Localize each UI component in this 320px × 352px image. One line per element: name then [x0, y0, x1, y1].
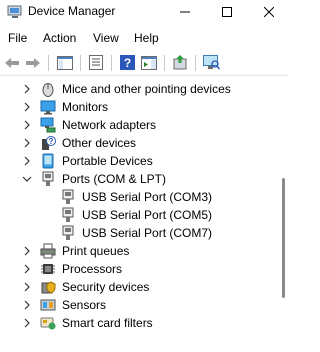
back-arrow-icon	[5, 57, 19, 68]
tree-item-label: Other devices	[62, 136, 137, 150]
port-icon	[62, 189, 74, 204]
tree-item-label: Smart card filters	[62, 316, 153, 330]
scan-hardware-button[interactable]	[202, 54, 220, 71]
scrollbar-thumb[interactable]	[282, 178, 285, 298]
svg-text:?: ?	[123, 56, 130, 70]
console-tree-icon	[57, 55, 73, 70]
mouse-icon	[42, 83, 54, 97]
tree-item-smart-card-filters[interactable]: Smart card filters	[0, 314, 276, 332]
tree-item-label: Security devices	[62, 280, 150, 294]
show-hide-console-tree-button[interactable]	[56, 54, 74, 71]
tree-item-label: Mice and other pointing devices	[62, 82, 231, 96]
tree-item-processors[interactable]: Processors	[0, 260, 276, 278]
tree-item-ports[interactable]: Ports (COM & LPT)	[0, 170, 276, 188]
port-icon	[62, 225, 74, 240]
chevron-right-icon[interactable]	[22, 138, 32, 148]
toolbar-separator	[195, 55, 196, 71]
tree-item-label: USB Serial Port (COM3)	[82, 190, 213, 204]
port-icon	[62, 207, 74, 222]
tree-item-label: USB Serial Port (COM7)	[82, 226, 213, 240]
toolbar-separator	[48, 55, 49, 71]
svg-text:?: ?	[49, 137, 54, 146]
tree-item-print-queues[interactable]: Print queues	[0, 242, 276, 260]
chevron-right-icon[interactable]	[22, 120, 32, 130]
chevron-right-icon[interactable]	[22, 156, 32, 166]
tree-item-label: Ports (COM & LPT)	[62, 172, 167, 186]
vertical-scrollbar[interactable]	[278, 78, 289, 352]
smart-card-icon	[40, 317, 56, 330]
monitor-icon	[40, 100, 56, 115]
tree-item-label: Network adapters	[62, 118, 157, 132]
show-action-pane-button[interactable]	[140, 54, 158, 71]
sensor-icon	[40, 299, 56, 311]
tree-item-network-adapters[interactable]: Network adapters	[0, 116, 276, 134]
window-title: Device Manager	[28, 4, 116, 18]
menu-action[interactable]: Action	[43, 31, 76, 45]
printer-icon	[40, 243, 56, 259]
portable-device-icon	[42, 153, 54, 169]
properties-icon	[89, 55, 103, 70]
chevron-right-icon[interactable]	[22, 282, 32, 292]
port-icon	[42, 171, 54, 186]
chevron-right-icon[interactable]	[22, 246, 32, 256]
tree-item-label: Monitors	[62, 100, 109, 114]
close-button[interactable]	[247, 0, 291, 24]
tree-item-usb-serial-com7[interactable]: USB Serial Port (COM7)	[0, 224, 276, 242]
tree-item-other-devices[interactable]: ? Other devices	[0, 134, 276, 152]
tree-item-label: Portable Devices	[62, 154, 153, 168]
tree-item-label: Processors	[62, 262, 123, 276]
close-icon	[264, 7, 274, 17]
chevron-right-icon[interactable]	[22, 264, 32, 274]
help-icon: ?	[119, 55, 135, 70]
minimize-button[interactable]	[163, 0, 207, 24]
tree-item-sensors[interactable]: Sensors	[0, 296, 276, 314]
minimize-icon	[180, 11, 190, 13]
maximize-button[interactable]	[205, 0, 249, 24]
menu-bar: File Action View Help	[0, 28, 289, 48]
menu-view[interactable]: View	[93, 31, 119, 45]
chevron-right-icon[interactable]	[22, 300, 32, 310]
back-button[interactable]	[3, 54, 21, 71]
help-button[interactable]: ?	[118, 54, 136, 71]
forward-button[interactable]	[24, 54, 42, 71]
forward-arrow-icon	[26, 57, 40, 68]
tree-item-mice[interactable]: Mice and other pointing devices	[0, 80, 276, 98]
tree-item-usb-serial-com3[interactable]: USB Serial Port (COM3)	[0, 188, 276, 206]
toolbar: ?	[0, 50, 289, 76]
properties-button[interactable]	[87, 54, 105, 71]
tree-item-label: USB Serial Port (COM5)	[82, 208, 213, 222]
tree-item-security-devices[interactable]: Security devices	[0, 278, 276, 296]
toolbar-separator	[111, 55, 112, 71]
update-driver-button[interactable]	[171, 54, 189, 71]
tree-item-portable-devices[interactable]: Portable Devices	[0, 152, 276, 170]
maximize-icon	[222, 7, 232, 17]
tree-item-usb-serial-com5[interactable]: USB Serial Port (COM5)	[0, 206, 276, 224]
toolbar-separator	[80, 55, 81, 71]
chevron-right-icon[interactable]	[22, 318, 32, 328]
security-device-icon	[41, 281, 56, 294]
processor-icon	[41, 264, 55, 274]
scan-hardware-icon	[202, 55, 220, 70]
title-bar: Device Manager	[0, 0, 289, 24]
menu-file[interactable]: File	[8, 31, 27, 45]
toolbar-separator	[164, 55, 165, 71]
network-adapter-icon	[40, 117, 56, 133]
menu-help[interactable]: Help	[134, 31, 159, 45]
tree-item-label: Print queues	[62, 244, 130, 258]
action-pane-icon	[141, 55, 157, 70]
device-tree: Mice and other pointing devices Monitors…	[0, 78, 276, 352]
chevron-down-icon[interactable]	[22, 174, 32, 184]
other-devices-icon: ?	[42, 136, 56, 150]
tree-item-monitors[interactable]: Monitors	[0, 98, 276, 116]
chevron-right-icon[interactable]	[22, 102, 32, 112]
update-driver-icon	[173, 55, 187, 70]
device-manager-app-icon	[7, 5, 22, 18]
tree-item-label: Sensors	[62, 298, 107, 312]
chevron-right-icon[interactable]	[22, 84, 32, 94]
